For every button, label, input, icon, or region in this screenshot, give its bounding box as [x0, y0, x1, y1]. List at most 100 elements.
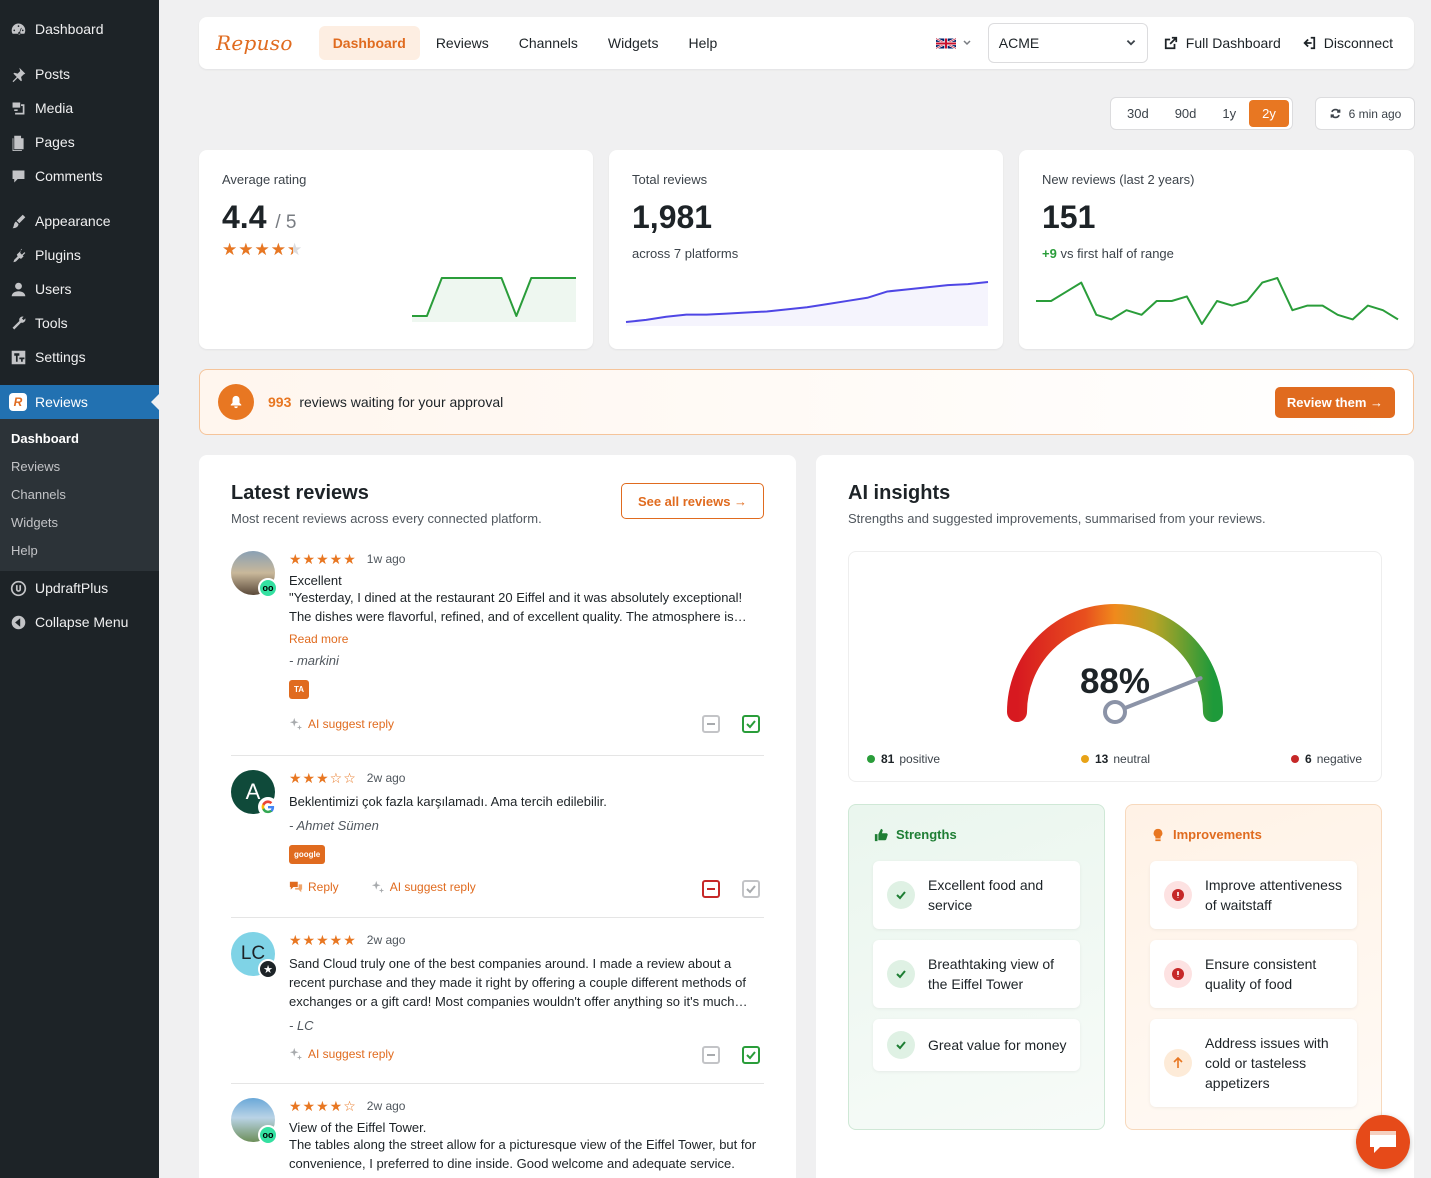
review-stars: ★★★★☆	[289, 1097, 357, 1114]
check-icon	[887, 881, 915, 909]
review-them-button[interactable]: Review them →	[1274, 386, 1395, 418]
sparkle-icon	[289, 1047, 303, 1061]
ai-suggest-reply-label: AI suggest reply	[389, 880, 476, 894]
plugin-icon	[9, 246, 27, 264]
see-all-reviews-button[interactable]: See all reviews →	[621, 483, 764, 519]
strength-text: Breathtaking view of the Eiffel Tower	[928, 956, 1055, 992]
new-reviews-value: 151	[1042, 199, 1096, 235]
wp-collapse-menu-label: Collapse Menu	[35, 614, 129, 630]
strength-text: Excellent food and service	[928, 877, 1044, 913]
full-dashboard-link[interactable]: Full Dashboard	[1164, 35, 1281, 51]
approve-checkbox[interactable]	[742, 1046, 760, 1064]
wp-menu-dashboard[interactable]: Dashboard	[0, 12, 159, 46]
ai-insights-subtitle: Strengths and suggested improvements, su…	[848, 511, 1266, 526]
strength-text: Great value for money	[928, 1037, 1067, 1053]
wp-menu-plugins[interactable]: Plugins	[0, 238, 159, 272]
improvements-header: Improvements	[1151, 827, 1262, 842]
total-reviews-label: Total reviews	[632, 172, 708, 187]
strength-item: Great value for money	[873, 1019, 1080, 1071]
reject-checkbox[interactable]	[702, 880, 720, 898]
review-author: - LC	[289, 1018, 314, 1033]
reviewer-initial: A	[245, 779, 261, 804]
wp-menu-appearance[interactable]: Appearance	[0, 204, 159, 238]
uk-flag-icon	[935, 37, 956, 49]
reject-checkbox[interactable]	[702, 1046, 720, 1064]
reply-button[interactable]: Reply	[289, 880, 355, 894]
stars-filled: ★★★★★	[222, 240, 293, 259]
wp-menu-tools[interactable]: Tools	[0, 306, 159, 340]
new-reviews-delta-text: vs first half of range	[1060, 246, 1174, 261]
wp-submenu-dashboard[interactable]: Dashboard	[0, 425, 159, 453]
tab-reviews[interactable]: Reviews	[422, 26, 503, 60]
read-more-link[interactable]: Read more	[289, 632, 759, 646]
pages-icon	[9, 133, 27, 151]
disconnect-link[interactable]: Disconnect	[1302, 35, 1393, 51]
ai-suggest-reply-button[interactable]: AI suggest reply	[289, 717, 410, 731]
wp-menu-dashboard-label: Dashboard	[35, 21, 104, 37]
review-actions: AI suggest reply	[289, 717, 426, 731]
chat-support-button[interactable]	[1356, 1115, 1410, 1169]
neutral-label: neutral	[1113, 752, 1151, 766]
new-reviews-label: New reviews (last 2 years)	[1042, 172, 1195, 187]
approve-checkbox[interactable]	[742, 715, 760, 733]
wp-menu-pages[interactable]: Pages	[0, 125, 159, 159]
positive-count: 81	[881, 752, 895, 766]
review-text: "Yesterday, I dined at the restaurant 20…	[289, 590, 747, 624]
media-icon	[9, 99, 27, 117]
tab-channels[interactable]: Channels	[505, 26, 592, 60]
legend-neutral: 13 neutral	[1081, 752, 1150, 766]
total-reviews-sparkline	[625, 281, 989, 326]
refresh-icon	[1330, 108, 1341, 119]
wp-submenu-reviews[interactable]: Reviews	[0, 453, 159, 481]
wp-menu-updraftplus[interactable]: UpdraftPlus	[0, 571, 159, 605]
latest-reviews-subtitle: Most recent reviews across every connect…	[231, 511, 542, 526]
star-platform-icon: ★	[258, 959, 278, 979]
negative-label: negative	[1316, 752, 1363, 766]
tab-help[interactable]: Help	[674, 26, 731, 60]
review-item: LC ★ ★★★★★ 2w ago Sand Cloud truly one of…	[231, 932, 764, 1084]
repuso-logo[interactable]: Repuso	[216, 31, 293, 55]
reject-checkbox[interactable]	[702, 715, 720, 733]
wp-submenu-channels[interactable]: Channels	[0, 481, 159, 509]
wp-reviews-submenu: Dashboard Reviews Channels Widgets Help	[0, 419, 159, 571]
wp-submenu-help[interactable]: Help	[0, 537, 159, 565]
account-select[interactable]: ACME	[987, 23, 1148, 63]
wp-menu-users[interactable]: Users	[0, 272, 159, 306]
range-90d[interactable]: 90d	[1162, 100, 1210, 127]
approve-checkbox[interactable]	[742, 880, 760, 898]
wp-menu-media[interactable]: Media	[0, 91, 159, 125]
review-date: 2w ago	[366, 1099, 406, 1113]
wp-menu-posts[interactable]: Posts	[0, 57, 159, 91]
ai-suggest-reply-label: AI suggest reply	[308, 717, 395, 731]
date-range-selector: 30d 90d 1y 2y	[1110, 97, 1293, 130]
wp-menu-reviews-label: Reviews	[35, 394, 88, 410]
average-rating-value: 4.4 / 5	[222, 199, 570, 236]
wp-collapse-menu[interactable]: Collapse Menu	[0, 605, 159, 639]
range-1y[interactable]: 1y	[1209, 100, 1249, 127]
positive-label: positive	[899, 752, 941, 766]
ai-suggest-reply-button[interactable]: AI suggest reply	[289, 1047, 410, 1061]
improvements-box: Improvements Improve attentiveness of wa…	[1125, 804, 1382, 1130]
range-2y[interactable]: 2y	[1249, 100, 1289, 127]
ai-insights-panel: AI insights Strengths and suggested impr…	[816, 455, 1414, 1178]
range-30d[interactable]: 30d	[1114, 100, 1162, 127]
sentiment-gauge-card: 88% 81 positive 13 neutral 6 negative	[848, 551, 1382, 782]
wp-menu-reviews[interactable]: R Reviews	[0, 385, 159, 419]
wp-submenu-widgets[interactable]: Widgets	[0, 509, 159, 537]
improvement-text: Ensure consistent quality of food	[1205, 956, 1317, 992]
wp-menu-comments[interactable]: Comments	[0, 159, 159, 193]
wp-menu-appearance-label: Appearance	[35, 213, 111, 229]
wp-menu-plugins-label: Plugins	[35, 247, 81, 263]
tab-dashboard[interactable]: Dashboard	[318, 26, 420, 60]
review-item: A ★★★☆☆ 2w ago Beklentimizi çok fazla kar…	[231, 770, 764, 918]
reply-label: Reply	[308, 880, 339, 894]
ai-suggest-reply-button[interactable]: AI suggest reply	[371, 880, 492, 894]
refresh-button[interactable]: 6 min ago	[1315, 97, 1415, 130]
wp-menu-settings[interactable]: Settings	[0, 340, 159, 374]
logout-icon	[1303, 36, 1315, 50]
review-actions: AI suggest reply	[289, 1047, 426, 1061]
tab-widgets[interactable]: Widgets	[594, 26, 673, 60]
chevron-down-icon	[963, 40, 971, 46]
review-date: 1w ago	[366, 552, 406, 566]
language-selector[interactable]	[935, 37, 972, 50]
